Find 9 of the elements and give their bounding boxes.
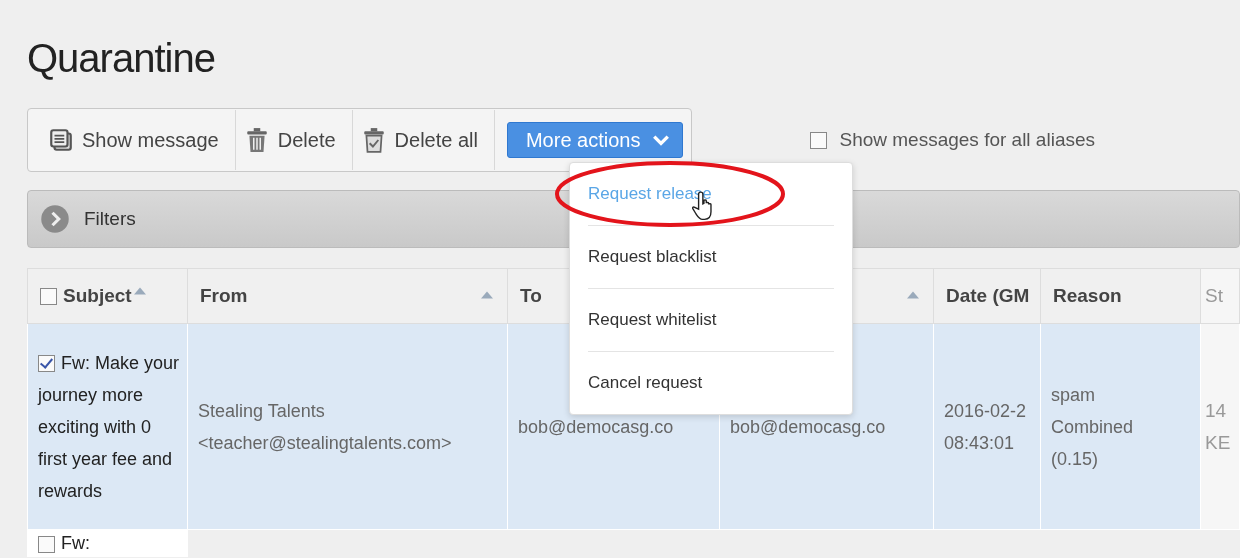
filters-label: Filters [84,208,136,230]
table-cell: Fw: [27,529,188,557]
table-cell: 14 KE [1200,323,1240,530]
table-cell: Stealing Talents <teacher@stealingtalents.com> [187,323,508,530]
page-title: Quarantine [27,35,216,82]
checkbox-label: Show messages for all aliases [839,129,1096,151]
table-cell: Fw: Make your journey more exciting with 0 first year fee and rewards [27,323,188,530]
table-cell: 2016-02-2 08:43:01 [933,323,1041,530]
table-cell: spam Combined (0.15) [1040,323,1201,530]
